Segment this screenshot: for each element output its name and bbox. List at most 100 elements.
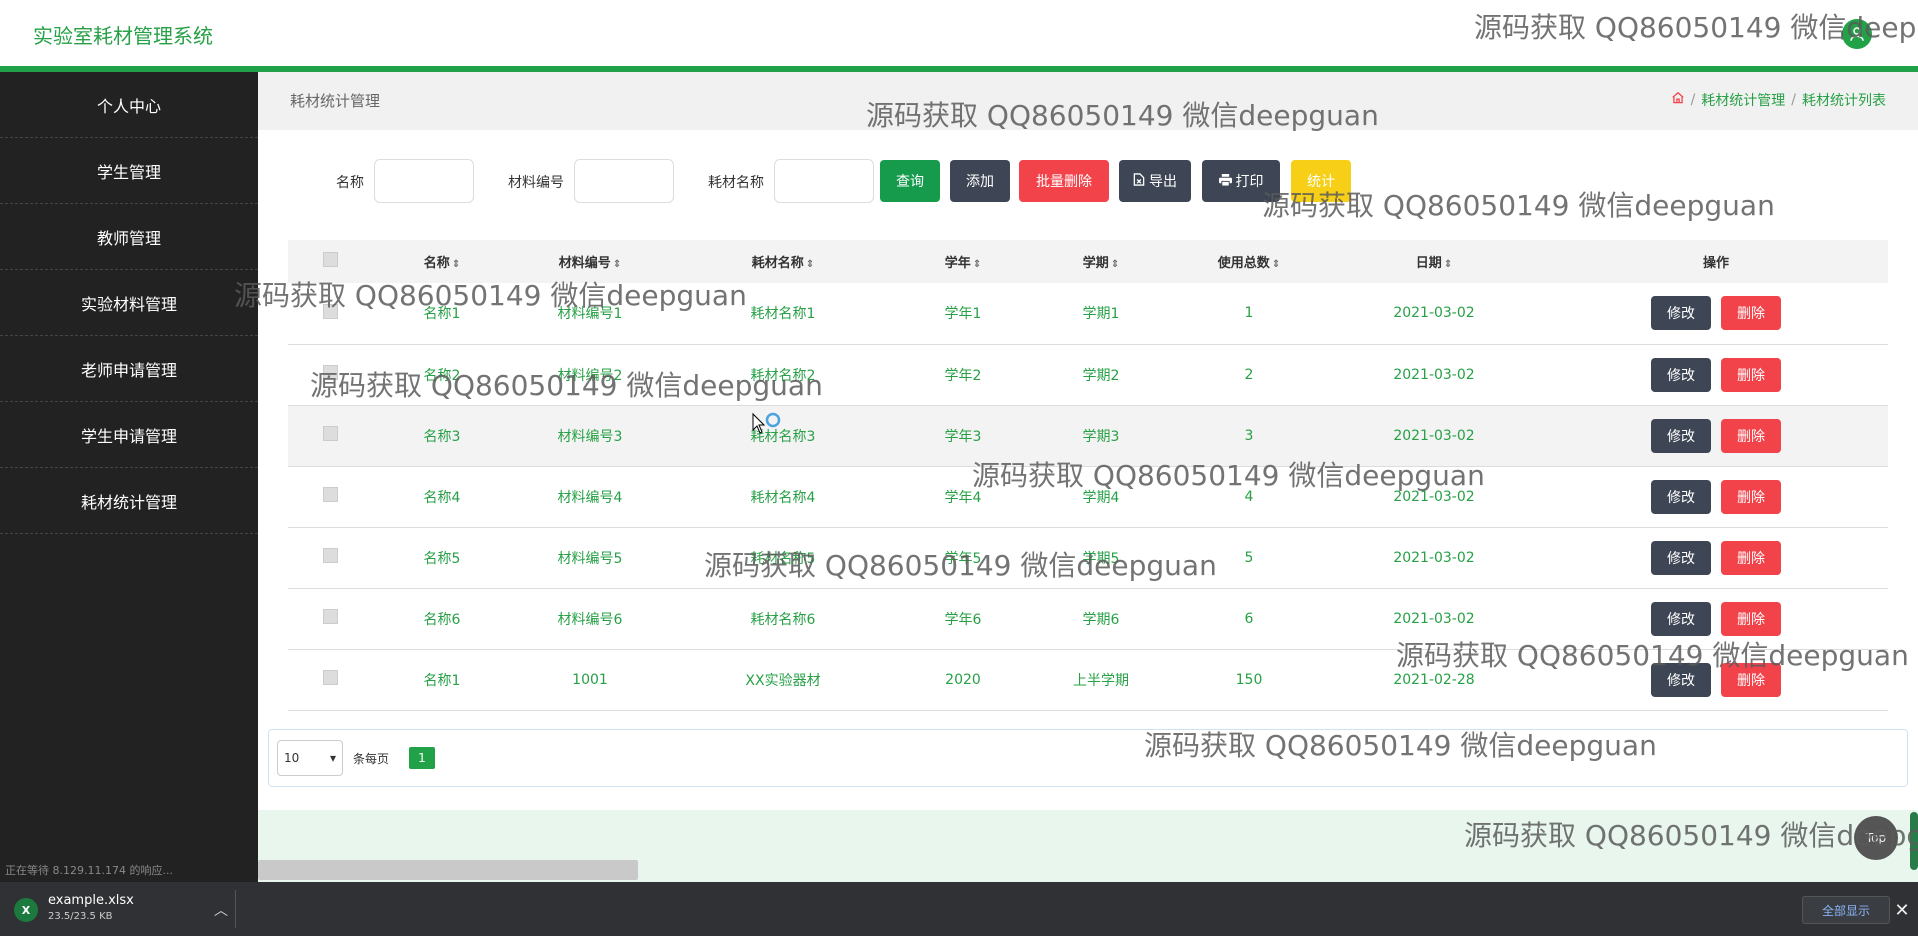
add-button[interactable]: 添加 <box>950 160 1010 202</box>
sidebar-item-student-requests[interactable]: 学生申请管理 <box>0 402 258 468</box>
sort-icon: ⇕ <box>805 259 815 270</box>
column-header-total-label: 使用总数 <box>1217 256 1270 271</box>
edit-button[interactable]: 修改 <box>1651 479 1711 514</box>
page-title: 耗材统计管理 <box>290 92 381 110</box>
sidebar-item-materials[interactable]: 实验材料管理 <box>0 270 258 336</box>
row-checkbox[interactable] <box>322 548 338 563</box>
search-form: 名称 材料编号 耗材名称 查询 添加 批量删除 导出 打印 统计 <box>258 158 1918 204</box>
sidebar-item-teachers[interactable]: 教师管理 <box>0 204 258 270</box>
cell-date: 2021-03-02 <box>1324 466 1544 528</box>
cell-date: 2021-03-02 <box>1324 588 1544 650</box>
row-select-cell[interactable] <box>288 527 372 589</box>
stats-table: 名称 ⇕ 材料编号 ⇕ 耗材名称 ⇕ 学年 ⇕ 学期 ⇕ 使用总数 ⇕ 日期 ⇕ 操作 名称1… <box>288 240 1888 711</box>
breadcrumb-link-stats-management[interactable]: 耗材统计管理 <box>1701 90 1785 110</box>
user-avatar-icon[interactable] <box>1842 19 1872 49</box>
cell-year: 2020 <box>898 649 1028 711</box>
cell-code: 材料编号4 <box>512 466 668 528</box>
row-checkbox[interactable] <box>322 426 338 441</box>
edit-button[interactable]: 修改 <box>1651 540 1711 575</box>
row-select-cell[interactable] <box>288 405 372 467</box>
row-select-cell[interactable] <box>288 283 372 345</box>
cell-date: 2021-03-02 <box>1324 405 1544 467</box>
horizontal-scrollbar[interactable] <box>258 860 638 880</box>
back-to-top-button[interactable]: Top <box>1854 816 1898 860</box>
cell-actions: 修改 删除 <box>1544 649 1888 711</box>
edit-button[interactable]: 修改 <box>1651 296 1711 331</box>
sidebar-item-consumable-stats[interactable]: 耗材统计管理 <box>0 468 258 534</box>
stats-button[interactable]: 统计 <box>1291 160 1351 202</box>
edit-button[interactable]: 修改 <box>1651 601 1711 636</box>
cell-code: 材料编号3 <box>512 405 668 467</box>
print-button[interactable]: 打印 <box>1202 160 1280 202</box>
cell-name: 名称3 <box>372 405 512 467</box>
row-checkbox[interactable] <box>322 303 338 319</box>
print-label: 打印 <box>1235 173 1264 189</box>
column-header-total[interactable]: 使用总数 ⇕ <box>1174 240 1324 283</box>
cell-code: 1001 <box>512 649 668 711</box>
download-bar: X example.xlsx 23.5/23.5 KB ︿ 全部显示 ✕ <box>0 882 1918 936</box>
column-header-term-label: 学期 <box>1082 256 1109 271</box>
page-size-select[interactable]: 10 ▾ <box>277 740 343 776</box>
row-select-cell[interactable] <box>288 344 372 406</box>
download-item[interactable]: X example.xlsx 23.5/23.5 KB ︿ <box>12 892 230 926</box>
column-header-name[interactable]: 名称 ⇕ <box>372 240 512 283</box>
download-file-name: example.xlsx <box>48 893 134 908</box>
cell-code: 材料编号5 <box>512 527 668 589</box>
page-number-current[interactable]: 1 <box>409 747 435 769</box>
material-label: 耗材名称 <box>708 175 764 191</box>
delete-button[interactable]: 删除 <box>1721 357 1781 392</box>
edit-button[interactable]: 修改 <box>1651 662 1711 697</box>
column-header-code[interactable]: 材料编号 ⇕ <box>512 240 668 283</box>
row-checkbox[interactable] <box>322 609 338 624</box>
column-header-code-label: 材料编号 <box>558 256 611 271</box>
row-checkbox[interactable] <box>322 670 338 685</box>
column-header-material[interactable]: 耗材名称 ⇕ <box>668 240 898 283</box>
delete-button[interactable]: 删除 <box>1721 540 1781 575</box>
vertical-scrollbar[interactable] <box>1910 812 1918 870</box>
sidebar-item-label: 学生管理 <box>96 162 161 182</box>
delete-button[interactable]: 删除 <box>1721 601 1781 636</box>
delete-button[interactable]: 删除 <box>1721 662 1781 697</box>
sidebar-item-personal-center[interactable]: 个人中心 <box>0 72 258 138</box>
close-download-bar-icon[interactable]: ✕ <box>1890 896 1914 924</box>
printer-icon <box>1218 173 1232 189</box>
edit-button[interactable]: 修改 <box>1651 357 1711 392</box>
column-header-date[interactable]: 日期 ⇕ <box>1324 240 1544 283</box>
cell-name: 名称5 <box>372 527 512 589</box>
batch-delete-button[interactable]: 批量删除 <box>1019 160 1109 202</box>
column-header-term[interactable]: 学期 ⇕ <box>1028 240 1174 283</box>
row-checkbox[interactable] <box>322 365 338 380</box>
code-input[interactable] <box>574 159 674 203</box>
home-icon[interactable] <box>1671 91 1685 109</box>
delete-button[interactable]: 删除 <box>1721 418 1781 453</box>
breadcrumb-current-page: 耗材统计列表 <box>1802 93 1886 109</box>
name-input[interactable] <box>374 159 474 203</box>
row-select-cell[interactable] <box>288 588 372 650</box>
material-input[interactable] <box>774 159 874 203</box>
column-header-year[interactable]: 学年 ⇕ <box>898 240 1028 283</box>
column-header-material-label: 耗材名称 <box>751 256 804 271</box>
show-all-downloads-button[interactable]: 全部显示 <box>1802 896 1890 924</box>
cell-total: 5 <box>1174 527 1324 589</box>
row-select-cell[interactable] <box>288 649 372 711</box>
row-checkbox[interactable] <box>322 487 338 502</box>
header-select-all[interactable] <box>288 240 372 283</box>
column-header-actions: 操作 <box>1544 240 1888 283</box>
query-button[interactable]: 查询 <box>880 160 940 202</box>
edit-button[interactable]: 修改 <box>1651 418 1711 453</box>
table-row: 名称1 1001 XX实验器材 2020 上半学期 150 2021-02-28… <box>288 649 1888 711</box>
sidebar-item-teacher-requests[interactable]: 老师申请管理 <box>0 336 258 402</box>
sort-icon: ⇕ <box>1271 259 1281 270</box>
table-row: 名称3 材料编号3 耗材名称3 学年3 学期3 3 2021-03-02 修改删… <box>288 405 1888 467</box>
table-row: 名称2 材料编号2 耗材名称2 学年2 学期2 2 2021-03-02 修改删… <box>288 344 1888 406</box>
delete-button[interactable]: 删除 <box>1721 479 1781 514</box>
sidebar-item-students[interactable]: 学生管理 <box>0 138 258 204</box>
delete-button[interactable]: 删除 <box>1721 296 1781 331</box>
select-all-checkbox[interactable] <box>322 252 338 267</box>
export-button[interactable]: 导出 <box>1119 160 1191 202</box>
sidebar-item-label: 学生申请管理 <box>80 426 177 446</box>
chevron-up-icon[interactable]: ︿ <box>214 900 228 920</box>
cell-material: 耗材名称5 <box>668 527 898 589</box>
row-select-cell[interactable] <box>288 466 372 528</box>
pagination: 10 ▾ 条每页 1 <box>268 729 1908 787</box>
